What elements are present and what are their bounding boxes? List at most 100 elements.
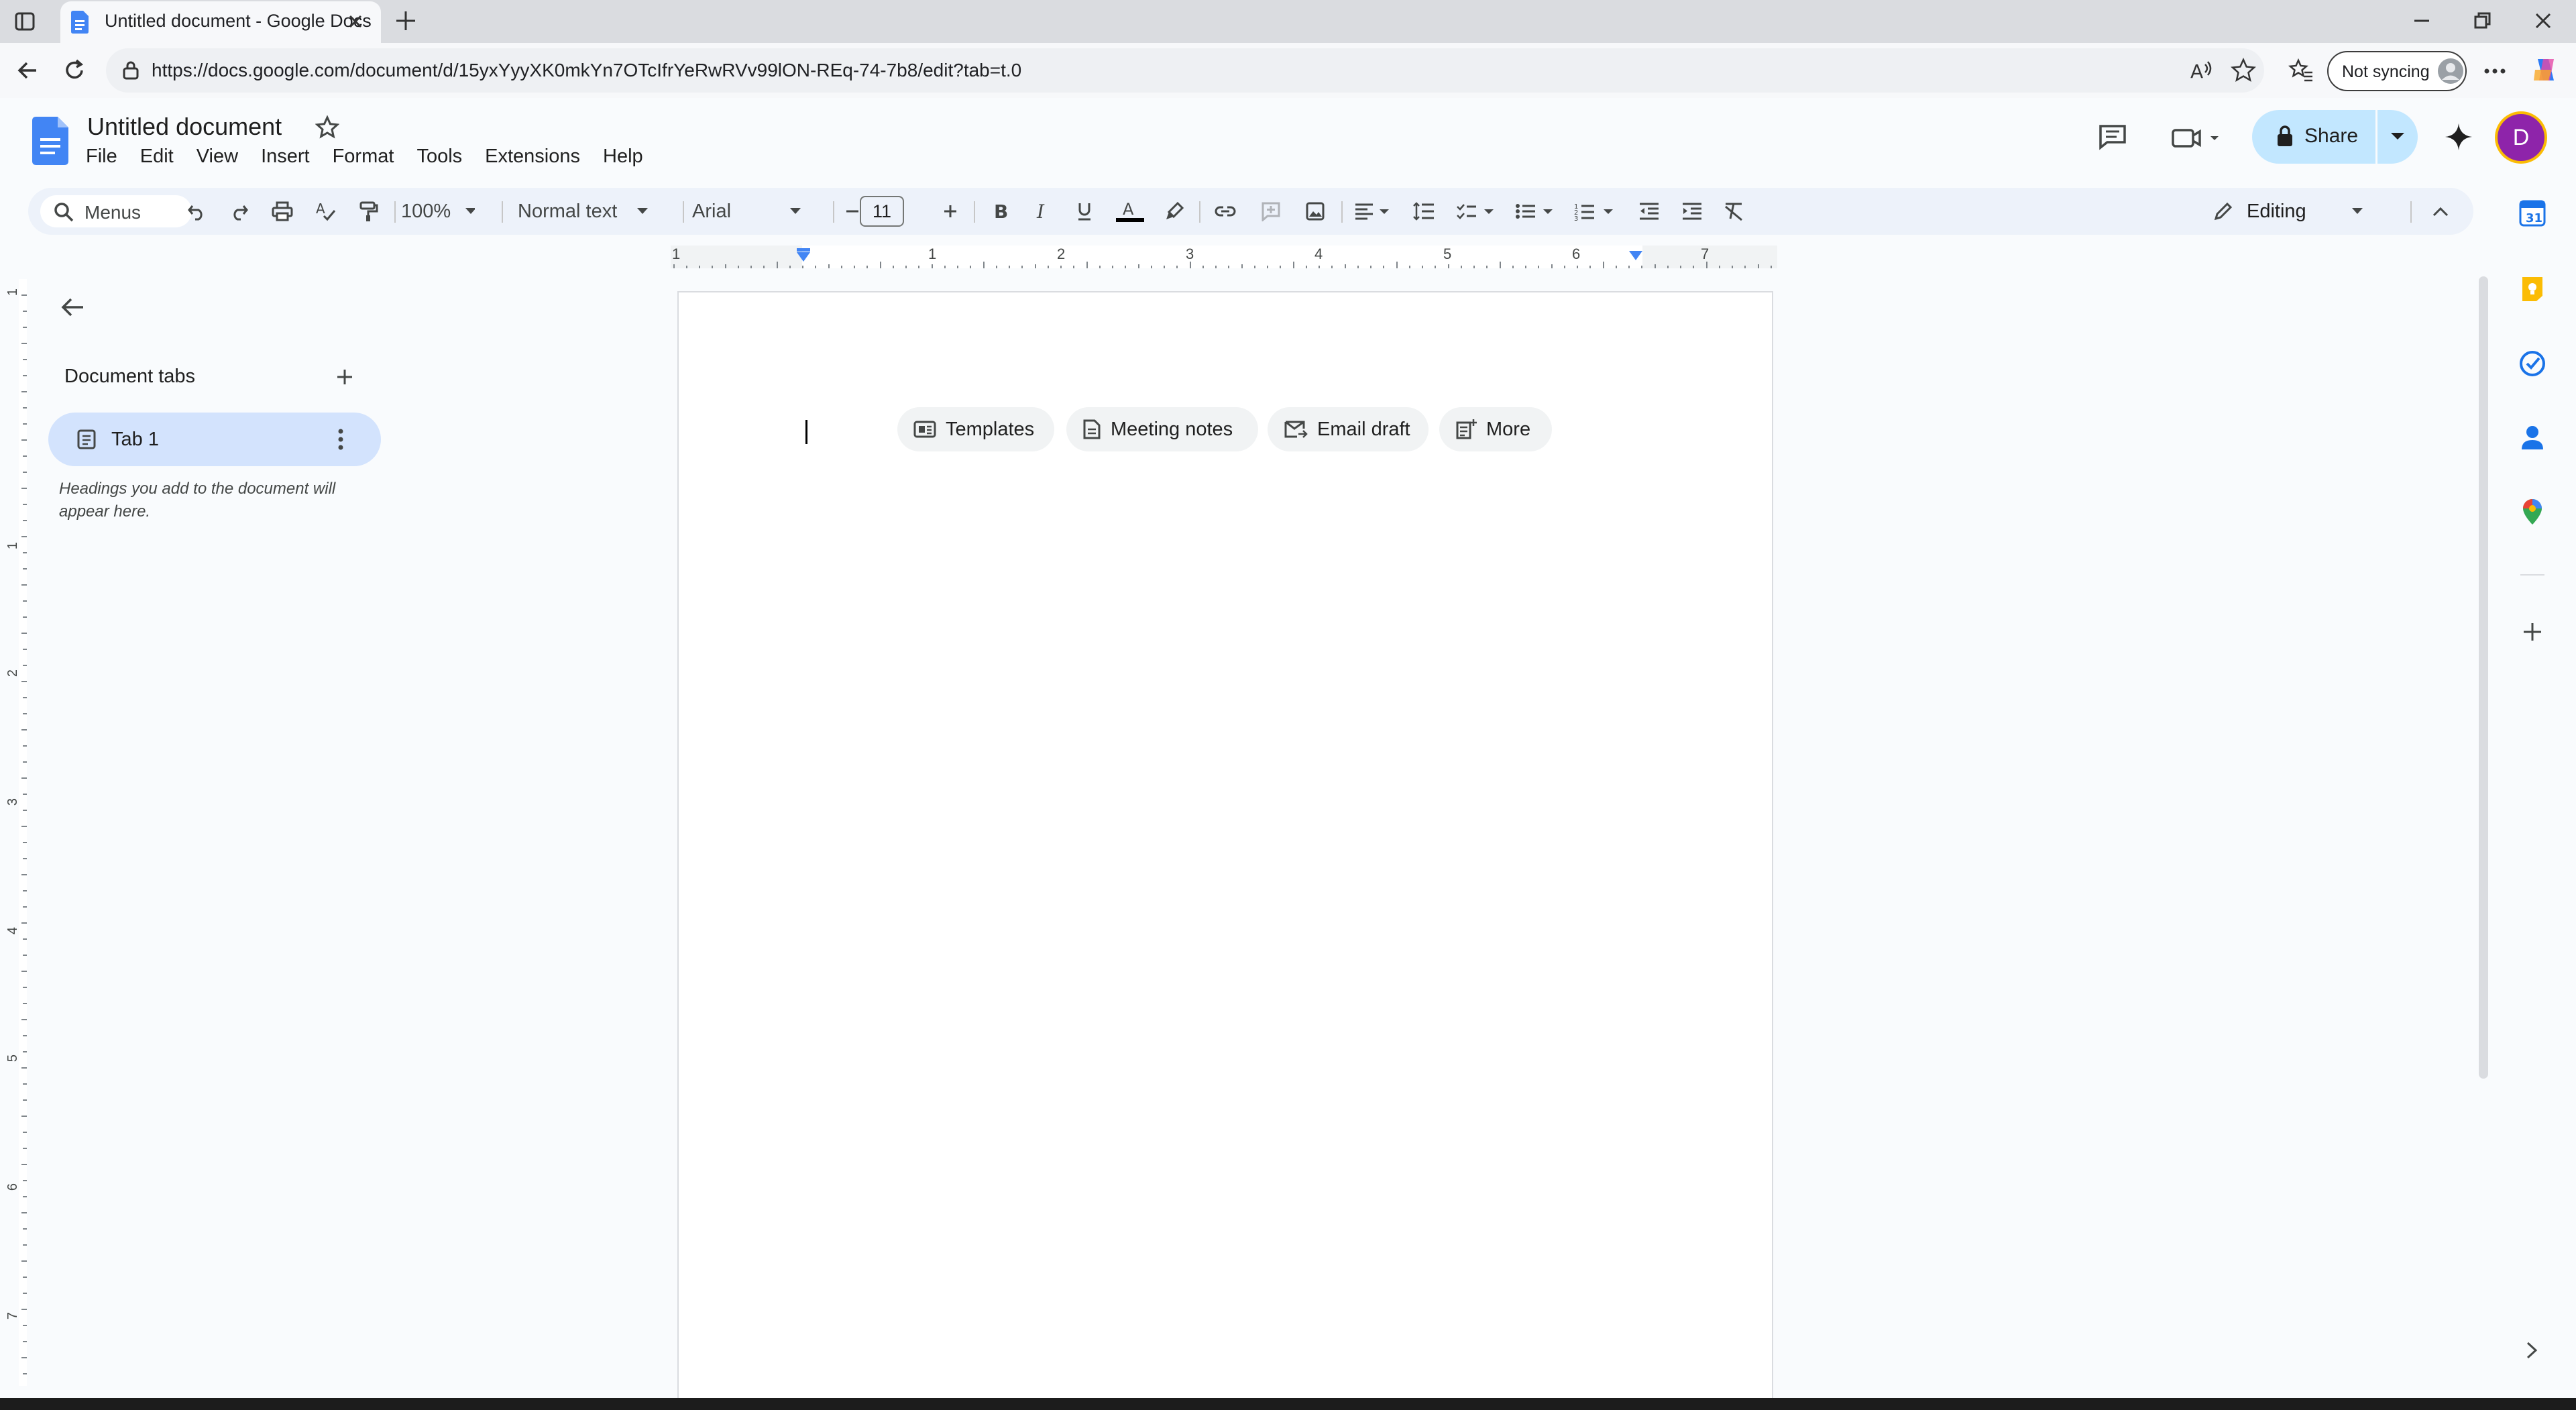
font-size-field[interactable]: 11 [857, 188, 907, 235]
close-tab-icon[interactable] [347, 13, 363, 30]
show-side-panel-chevron-right-icon[interactable] [2524, 1340, 2539, 1360]
back-icon[interactable] [15, 58, 40, 83]
settings-more-icon[interactable] [2483, 63, 2507, 79]
menu-extensions[interactable]: Extensions [485, 146, 580, 168]
bulleted-list-select[interactable] [1512, 188, 1559, 235]
menu-help[interactable]: Help [603, 146, 643, 168]
paragraph-style-select[interactable]: Normal text [518, 188, 685, 235]
align-select[interactable] [1349, 188, 1396, 235]
share-button[interactable]: Share [2252, 110, 2375, 164]
menu-format[interactable]: Format [333, 146, 394, 168]
docs-logo-icon[interactable] [32, 117, 68, 165]
profile-avatar-icon [2437, 58, 2464, 85]
favorites-icon[interactable] [2288, 58, 2314, 83]
paint-format-icon[interactable] [353, 188, 384, 235]
url-field[interactable]: https://docs.google.com/document/d/15yxY… [106, 48, 2264, 93]
font-family-select[interactable]: Arial [692, 188, 826, 235]
underline-icon[interactable] [1069, 188, 1100, 235]
search-menus-field[interactable]: Menus [40, 195, 192, 227]
more-chip[interactable]: More [1439, 407, 1552, 451]
style-dropdown-icon [637, 208, 649, 214]
email-draft-chip[interactable]: Email draft [1268, 407, 1429, 451]
account-avatar[interactable]: D [2498, 114, 2544, 161]
browser-tab[interactable]: Untitled document - Google Docs [60, 1, 381, 43]
close-outline-back-icon[interactable] [59, 295, 86, 319]
vertical-ruler[interactable]: 1 1 2 3 4 5 6 7 [5, 279, 27, 1386]
contacts-icon[interactable] [2520, 424, 2544, 451]
more-chip-label: More [1486, 418, 1531, 440]
zoom-select[interactable]: 100% [401, 188, 475, 235]
numbered-list-select[interactable]: 123 [1571, 188, 1619, 235]
menu-edit[interactable]: Edit [140, 146, 174, 168]
text-color-icon[interactable]: A [1113, 188, 1147, 235]
comments-icon[interactable] [2098, 123, 2127, 150]
menu-view[interactable]: View [197, 146, 238, 168]
pencil-icon [2214, 202, 2233, 221]
tab-options-more-icon[interactable] [337, 427, 345, 451]
copilot-icon[interactable] [2531, 55, 2561, 85]
increase-font-size-icon[interactable] [935, 188, 966, 235]
read-aloud-icon[interactable]: A [2189, 59, 2213, 82]
add-comment-icon[interactable] [1255, 188, 1286, 235]
ruler-label: 3 [1186, 246, 1194, 262]
line-spacing-icon[interactable] [1408, 188, 1439, 235]
outline-hint-text: Headings you add to the document will ap… [59, 480, 336, 521]
gemini-icon[interactable] [2444, 122, 2473, 152]
maps-icon[interactable] [2522, 498, 2543, 526]
meeting-notes-chip[interactable]: Meeting notes [1066, 407, 1258, 451]
formatting-toolbar: Menus A 100% Normal text Arial 11 B I A … [28, 188, 2473, 235]
undo-icon[interactable] [181, 188, 212, 235]
add-tab-icon[interactable] [335, 368, 354, 386]
vruler-label: 7 [5, 1311, 21, 1320]
close-window-icon[interactable] [2532, 9, 2555, 32]
sidebar-toggle-icon[interactable] [15, 12, 35, 31]
sidebar-item-tab-1[interactable]: Tab 1 [48, 413, 381, 466]
document-page[interactable] [677, 291, 1773, 1410]
menu-insert[interactable]: Insert [261, 146, 310, 168]
document-title[interactable]: Untitled document [87, 113, 282, 141]
keep-icon[interactable] [2520, 275, 2544, 303]
get-addons-add-icon[interactable] [2522, 621, 2543, 643]
templates-chip[interactable]: Templates [897, 407, 1054, 451]
decrease-indent-icon[interactable] [1634, 188, 1665, 235]
print-icon[interactable] [267, 188, 298, 235]
site-info-icon[interactable] [121, 60, 141, 80]
menu-tools[interactable]: Tools [416, 146, 462, 168]
insert-link-icon[interactable] [1210, 188, 1241, 235]
horizontal-ruler[interactable]: 1 1 2 3 4 5 6 7 [671, 246, 1777, 268]
editing-mode-select[interactable]: Editing [2213, 188, 2414, 235]
redo-icon[interactable] [224, 188, 255, 235]
hide-menus-chevron-up-icon[interactable] [2424, 188, 2457, 235]
italic-icon[interactable]: I [1026, 188, 1057, 235]
profile-sync-button[interactable]: Not syncing [2327, 51, 2467, 91]
spellcheck-icon[interactable]: A [310, 188, 341, 235]
email-draft-chip-label: Email draft [1317, 418, 1410, 440]
checklist-select[interactable] [1453, 188, 1500, 235]
document-tabs-heading: Document tabs [64, 366, 196, 387]
ruler-label: 2 [1057, 246, 1066, 262]
minimize-icon[interactable] [2410, 9, 2433, 32]
favorite-star-icon[interactable] [2231, 58, 2256, 83]
highlight-color-icon[interactable] [1159, 188, 1190, 235]
clear-formatting-icon[interactable] [1718, 188, 1749, 235]
restore-icon[interactable] [2471, 9, 2494, 32]
insert-image-icon[interactable] [1300, 188, 1331, 235]
ruler-label: 4 [1314, 246, 1323, 262]
meet-icon[interactable] [2170, 125, 2224, 152]
menu-file[interactable]: File [86, 146, 117, 168]
tasks-icon[interactable] [2519, 350, 2546, 377]
calendar-icon[interactable]: 31 [2519, 200, 2546, 227]
new-tab-icon[interactable] [394, 9, 417, 32]
star-icon[interactable] [315, 115, 339, 140]
vruler-label: 3 [5, 798, 21, 806]
vertical-scrollbar-thumb[interactable] [2479, 276, 2488, 1079]
share-label: Share [2304, 125, 2359, 147]
editing-mode-value: Editing [2247, 200, 2306, 222]
ruler-label: 7 [1701, 246, 1710, 262]
bold-icon[interactable]: B [985, 188, 1015, 235]
increase-indent-icon[interactable] [1677, 188, 1707, 235]
more-icon [1456, 419, 1477, 439]
reload-icon[interactable] [62, 58, 87, 83]
docs-favicon-icon [71, 11, 89, 34]
font-dropdown-icon [790, 208, 801, 214]
